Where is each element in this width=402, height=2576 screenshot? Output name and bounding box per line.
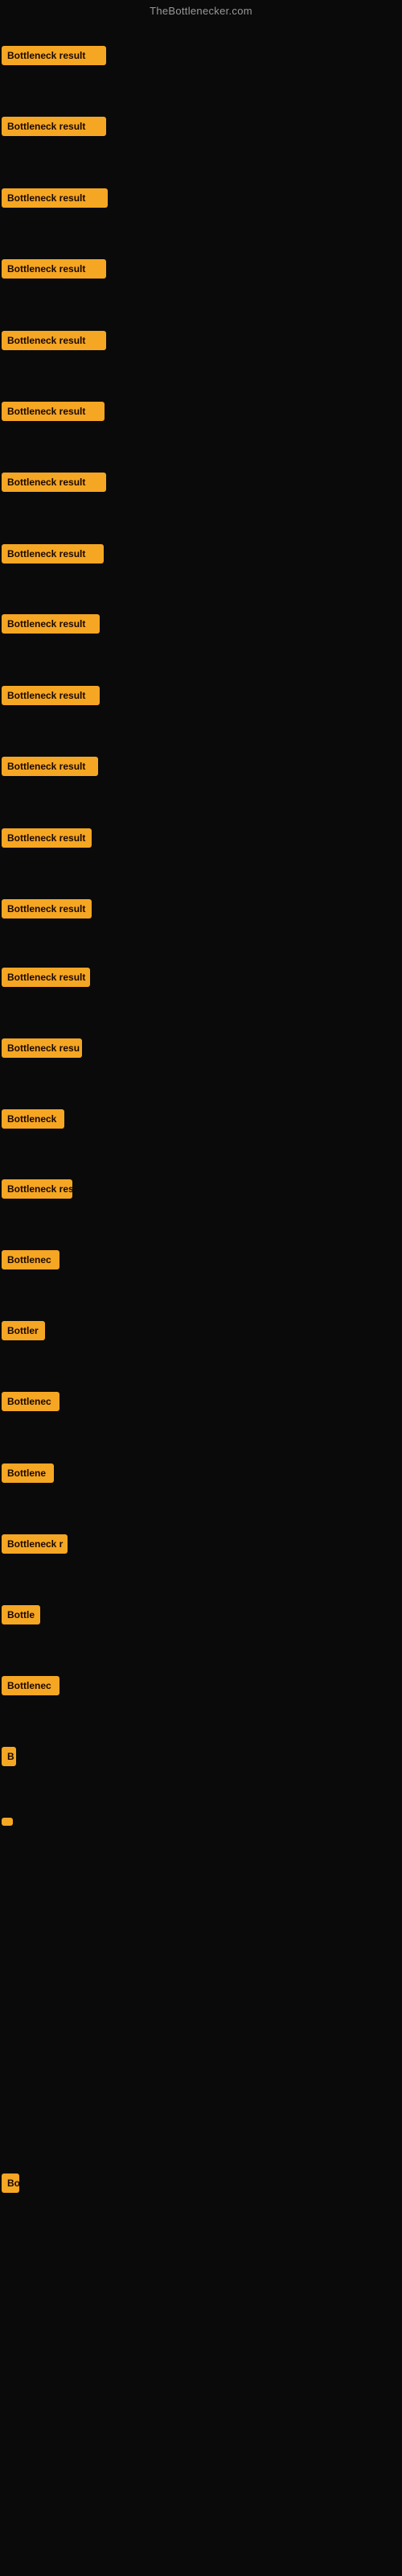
result-row[interactable]: Bottlenec: [2, 1676, 59, 1695]
result-row[interactable]: Bottleneck result: [2, 46, 106, 65]
bottleneck-badge[interactable]: Bottleneck result: [2, 968, 90, 987]
bottleneck-badge[interactable]: Bottleneck result: [2, 473, 106, 492]
site-title: TheBottlenecker.com: [150, 5, 252, 17]
bottleneck-badge[interactable]: Bottleneck result: [2, 402, 105, 421]
bottleneck-badge[interactable]: Bottleneck result: [2, 686, 100, 705]
bottleneck-badge[interactable]: Bottlenec: [2, 1250, 59, 1269]
bottleneck-badge[interactable]: Bottleneck result: [2, 757, 98, 776]
result-row[interactable]: Bottlene: [2, 1463, 54, 1483]
result-row[interactable]: Bottleneck: [2, 1109, 64, 1129]
bottleneck-badge[interactable]: Bottleneck result: [2, 331, 106, 350]
bottleneck-badge[interactable]: Bottleneck res: [2, 1179, 72, 1199]
result-row[interactable]: Bottleneck result: [2, 259, 106, 279]
bottleneck-badge[interactable]: Bottlene: [2, 1463, 54, 1483]
bottleneck-badge[interactable]: Bottlenec: [2, 1392, 59, 1411]
result-row[interactable]: Bottleneck res: [2, 1179, 72, 1199]
bottleneck-badge[interactable]: Bottleneck result: [2, 188, 108, 208]
result-row[interactable]: Bottleneck result: [2, 402, 105, 421]
bottleneck-badge[interactable]: Bottle: [2, 1605, 40, 1624]
result-row[interactable]: Bottleneck result: [2, 473, 106, 492]
bottleneck-badge[interactable]: Bottleneck result: [2, 614, 100, 634]
result-row[interactable]: Bottleneck result: [2, 614, 100, 634]
result-row[interactable]: Bottlenec: [2, 1392, 59, 1411]
result-row[interactable]: Bottlenec: [2, 1250, 59, 1269]
result-row[interactable]: Bottler: [2, 1321, 45, 1340]
bottleneck-badge[interactable]: Bottlenec: [2, 1676, 59, 1695]
result-row[interactable]: Bottleneck r: [2, 1534, 68, 1554]
result-row[interactable]: Bottle: [2, 1605, 40, 1624]
bottleneck-badge[interactable]: [2, 1818, 13, 1826]
bottleneck-badge[interactable]: Bottleneck result: [2, 899, 92, 919]
bottleneck-badge[interactable]: B: [2, 1747, 16, 1766]
result-row[interactable]: Bo: [2, 2174, 19, 2193]
result-row[interactable]: Bottleneck result: [2, 828, 92, 848]
result-row[interactable]: Bottleneck result: [2, 331, 106, 350]
result-row[interactable]: Bottleneck result: [2, 968, 90, 987]
result-row[interactable]: Bottleneck result: [2, 686, 100, 705]
bottleneck-badge[interactable]: Bottleneck result: [2, 544, 104, 564]
page-wrapper: TheBottlenecker.com Bottleneck result Bot…: [0, 0, 402, 2576]
result-row[interactable]: B: [2, 1747, 16, 1766]
result-row[interactable]: [2, 1818, 13, 1826]
result-row[interactable]: Bottleneck resu: [2, 1038, 82, 1058]
bottleneck-badge[interactable]: Bottleneck result: [2, 828, 92, 848]
bottleneck-badge[interactable]: Bottleneck result: [2, 259, 106, 279]
result-row[interactable]: Bottleneck result: [2, 188, 108, 208]
bottleneck-badge[interactable]: Bottleneck result: [2, 117, 106, 136]
site-header: TheBottlenecker.com: [0, 0, 402, 22]
result-row[interactable]: Bottleneck result: [2, 544, 104, 564]
result-row[interactable]: Bottleneck result: [2, 117, 106, 136]
bottleneck-badge[interactable]: Bo: [2, 2174, 19, 2193]
bottleneck-badge[interactable]: Bottleneck r: [2, 1534, 68, 1554]
bottleneck-badge[interactable]: Bottleneck: [2, 1109, 64, 1129]
bottleneck-badge[interactable]: Bottleneck resu: [2, 1038, 82, 1058]
result-row[interactable]: Bottleneck result: [2, 899, 92, 919]
bottleneck-badge[interactable]: Bottleneck result: [2, 46, 106, 65]
bottleneck-badge[interactable]: Bottler: [2, 1321, 45, 1340]
result-row[interactable]: Bottleneck result: [2, 757, 98, 776]
